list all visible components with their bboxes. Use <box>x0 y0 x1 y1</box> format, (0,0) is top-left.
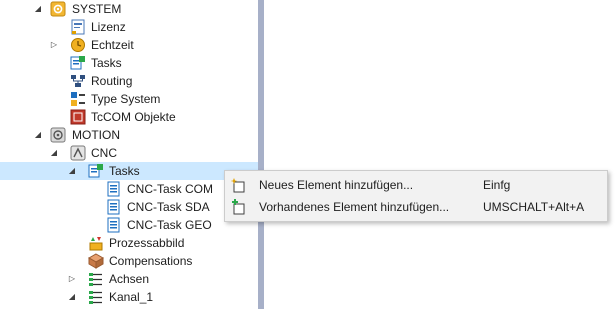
tree-item-label: MOTION <box>72 128 120 142</box>
existing-item-icon <box>232 199 245 215</box>
context-menu: Neues Element hinzufügen... Einfg Vorhan… <box>224 170 608 222</box>
collapsed-arrow-icon[interactable]: ▷ <box>48 36 60 54</box>
tree-item-label: Prozessabbild <box>109 236 185 250</box>
tree-item-compensations[interactable]: Compensations <box>0 252 258 270</box>
system-gear-icon <box>50 1 66 17</box>
tree-item-label: Type System <box>91 92 161 106</box>
tree-item-label: Echtzeit <box>91 38 134 52</box>
expanded-arrow-icon[interactable]: ◢ <box>66 288 78 306</box>
tree-item-label: Tasks <box>109 164 140 178</box>
tree-item-label: Achsen <box>109 272 150 286</box>
tree-item-lizenz[interactable]: Lizenz <box>0 18 258 36</box>
menu-item-shortcut: UMSCHALT+Alt+A <box>483 200 585 214</box>
routing-icon <box>71 75 85 87</box>
menu-item-shortcut: Einfg <box>483 178 511 192</box>
cnc-icon <box>70 145 86 161</box>
expanded-arrow-icon[interactable]: ◢ <box>66 162 78 180</box>
task-icon <box>107 217 120 233</box>
tree-item-type-system[interactable]: Type System <box>0 90 258 108</box>
channel-icon <box>89 291 102 304</box>
expanded-arrow-icon[interactable]: ◢ <box>32 0 44 18</box>
tree-item-cnc[interactable]: ◢ CNC <box>0 144 258 162</box>
tree-item-cnc-task-sda[interactable]: CNC-Task SDA <box>0 198 258 216</box>
realtime-icon <box>71 38 85 52</box>
tree-item-label: CNC <box>91 146 117 160</box>
task-icon <box>107 181 120 197</box>
tree-item-echtzeit[interactable]: ▷ Echtzeit <box>0 36 258 54</box>
task-icon <box>107 199 120 215</box>
menu-item-new-element[interactable]: Neues Element hinzufügen... Einfg <box>225 174 607 196</box>
type-system-icon <box>71 92 85 106</box>
tasks-icon <box>88 164 103 178</box>
tree-item-label: CNC-Task COM <box>127 182 213 196</box>
tree-item-achsen[interactable]: ▷ Achsen <box>0 270 258 288</box>
tree-item-cnc-task-geo[interactable]: CNC-Task GEO <box>0 216 258 234</box>
tree-item-kanal-1[interactable]: ◢ Kanal_1 <box>0 288 258 306</box>
tree-item-prozessabbild[interactable]: Prozessabbild <box>0 234 258 252</box>
menu-item-existing-element[interactable]: Vorhandenes Element hinzufügen... UMSCHA… <box>225 196 607 218</box>
tree-item-cnc-tasks[interactable]: ◢ Tasks <box>0 162 258 180</box>
editor-area <box>264 0 616 309</box>
tree-item-tasks[interactable]: Tasks <box>0 54 258 72</box>
tree-item-motion[interactable]: ◢ MOTION <box>0 126 258 144</box>
license-icon <box>71 19 85 35</box>
tree-item-routing[interactable]: Routing <box>0 72 258 90</box>
tree-item-label: TcCOM Objekte <box>91 110 176 124</box>
tccom-icon <box>70 109 86 125</box>
tree-item-label: Routing <box>91 74 133 88</box>
expanded-arrow-icon[interactable]: ◢ <box>48 144 60 162</box>
tree-item-label: SYSTEM <box>72 2 122 16</box>
tasks-icon <box>70 56 85 70</box>
tree-item-label: CNC-Task GEO <box>127 218 212 232</box>
collapsed-arrow-icon[interactable]: ▷ <box>66 270 78 288</box>
compensations-icon <box>88 253 104 269</box>
menu-item-label: Vorhandenes Element hinzufügen... <box>259 200 450 214</box>
motion-icon <box>50 127 66 143</box>
tree-item-label: Tasks <box>91 56 122 70</box>
axes-icon <box>89 273 102 286</box>
solution-tree: ◢ SYSTEM Lizenz ▷ Echtzeit Tasks Routing… <box>0 0 258 309</box>
process-image-icon <box>89 237 103 251</box>
tree-item-label: Compensations <box>109 254 193 268</box>
expanded-arrow-icon[interactable]: ◢ <box>32 126 44 144</box>
menu-item-label: Neues Element hinzufügen... <box>259 178 414 192</box>
new-item-icon <box>231 178 245 193</box>
tree-item-cnc-task-com[interactable]: CNC-Task COM <box>0 180 258 198</box>
tree-item-label: Kanal_1 <box>109 290 154 304</box>
tree-item-tccom-objekte[interactable]: TcCOM Objekte <box>0 108 258 126</box>
tree-item-label: CNC-Task SDA <box>127 200 210 214</box>
tree-item-label: Lizenz <box>91 20 126 34</box>
tree-item-system[interactable]: ◢ SYSTEM <box>0 0 258 18</box>
